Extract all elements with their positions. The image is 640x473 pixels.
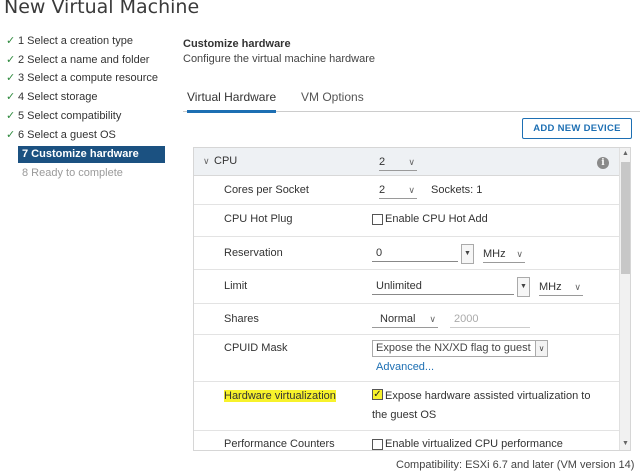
step-1[interactable]: ✓ 1 Select a creation type xyxy=(6,33,166,50)
step-7-active[interactable]: 7 Customize hardware xyxy=(18,146,165,163)
cores-value: 2 xyxy=(379,184,386,196)
limit-unit: MHz xyxy=(539,281,562,293)
limit-unit-select[interactable]: MHz ∨ xyxy=(539,279,583,296)
reservation-label: Reservation xyxy=(224,247,283,259)
compatibility-text: Compatibility: ESXi 6.7 and later (VM ve… xyxy=(396,459,635,471)
page-subtitle: Configure the virtual machine hardware xyxy=(183,53,375,65)
add-new-device-button[interactable]: ADD NEW DEVICE xyxy=(522,118,632,139)
cpu-hot-plug-label: CPU Hot Plug xyxy=(224,213,293,225)
cpu-row[interactable]: ∨ CPU 2 ∨ i xyxy=(194,148,619,176)
reservation-unit-select[interactable]: MHz ∨ xyxy=(483,246,525,263)
scroll-up-icon[interactable]: ▲ xyxy=(620,148,630,160)
step-3[interactable]: ✓ 3 Select a compute resource xyxy=(6,70,166,87)
page-title: Customize hardware xyxy=(183,38,291,50)
cpuid-mask-value: Expose the NX/XD flag to guest xyxy=(376,342,531,354)
cpu-hot-add-checkbox[interactable] xyxy=(372,214,383,225)
step-8: 8 Ready to complete xyxy=(22,167,123,179)
performance-counters-checkbox[interactable] xyxy=(372,439,383,450)
limit-label: Limit xyxy=(224,280,248,292)
performance-counters-label: Performance Counters xyxy=(224,438,335,450)
scrollbar-thumb[interactable] xyxy=(621,162,630,274)
chevron-down-icon: ∨ xyxy=(535,341,547,356)
reservation-dropdown-button[interactable]: ▼ xyxy=(461,244,474,264)
chevron-down-icon: ∨ xyxy=(408,185,415,195)
row-divider xyxy=(194,303,619,304)
row-divider xyxy=(194,236,619,237)
shares-level: Normal xyxy=(380,313,416,325)
cores-per-socket-label: Cores per Socket xyxy=(224,184,309,196)
chevron-down-icon: ∨ xyxy=(408,157,415,167)
reservation-input[interactable]: 0 xyxy=(372,244,458,262)
chevron-down-icon: ∨ xyxy=(429,314,436,324)
step-label: 5 Select compatibility xyxy=(18,110,122,122)
step-2[interactable]: ✓ 2 Select a name and folder xyxy=(6,52,166,69)
check-icon: ✓ xyxy=(6,72,16,84)
step-5[interactable]: ✓ 5 Select compatibility xyxy=(6,108,166,125)
panel-scrollbar[interactable]: ▲ ▼ xyxy=(619,148,630,450)
hardware-virtualization-text-1: Expose hardware assisted virtualization … xyxy=(385,390,591,402)
check-icon: ✓ xyxy=(6,35,16,47)
window-title: New Virtual Machine xyxy=(4,0,200,18)
cpuid-mask-select[interactable]: Expose the NX/XD flag to guest ∨ xyxy=(372,340,548,357)
row-divider xyxy=(194,430,619,431)
scroll-down-icon[interactable]: ▼ xyxy=(620,438,630,450)
row-divider xyxy=(194,381,619,382)
chevron-down-icon: ∨ xyxy=(516,249,523,259)
step-label: 3 Select a compute resource xyxy=(18,72,159,84)
cpu-count-value: 2 xyxy=(379,156,386,168)
limit-dropdown-button[interactable]: ▼ xyxy=(517,277,530,297)
tab-virtual-hardware[interactable]: Virtual Hardware xyxy=(187,90,277,113)
limit-input[interactable]: Unlimited xyxy=(372,277,514,295)
check-icon: ✓ xyxy=(6,91,16,103)
tab-vm-options[interactable]: VM Options xyxy=(301,90,364,110)
tab-bar: Virtual Hardware VM Options xyxy=(183,84,640,113)
step-label: 4 Select storage xyxy=(18,91,98,103)
step-label: 2 Select a name and folder xyxy=(18,54,150,66)
info-icon[interactable]: i xyxy=(597,157,609,169)
hardware-panel: ∨ CPU 2 ∨ i Cores per Socket 2 ∨ Sockets… xyxy=(193,147,631,451)
advanced-link[interactable]: Advanced... xyxy=(376,361,434,373)
shares-value-input: 2000 xyxy=(450,310,530,328)
step-4[interactable]: ✓ 4 Select storage xyxy=(6,89,166,106)
row-divider xyxy=(194,204,619,205)
chevron-down-icon: ∨ xyxy=(574,282,581,292)
cores-per-socket-select[interactable]: 2 ∨ xyxy=(379,182,417,199)
shares-level-select[interactable]: Normal ∨ xyxy=(372,311,438,328)
hardware-virtualization-text-2: the guest OS xyxy=(372,409,437,421)
reservation-unit: MHz xyxy=(483,248,506,260)
chevron-down-icon[interactable]: ∨ xyxy=(203,156,210,167)
check-icon: ✓ xyxy=(6,129,16,141)
hardware-virtualization-checkbox[interactable]: ✓ xyxy=(372,389,383,400)
step-label: 1 Select a creation type xyxy=(18,35,133,47)
row-divider xyxy=(194,334,619,335)
cpuid-mask-label: CPUID Mask xyxy=(224,342,288,354)
row-divider xyxy=(194,269,619,270)
step-label: 6 Select a guest OS xyxy=(18,129,116,141)
step-6[interactable]: ✓ 6 Select a guest OS xyxy=(6,127,166,144)
check-icon: ✓ xyxy=(6,54,16,66)
cpu-hot-add-text: Enable CPU Hot Add xyxy=(385,213,488,225)
cpu-count-select[interactable]: 2 ∨ xyxy=(379,154,417,171)
check-icon: ✓ xyxy=(6,110,16,122)
hardware-virtualization-label: Hardware virtualization xyxy=(224,390,336,402)
sockets-text: Sockets: 1 xyxy=(431,184,483,196)
performance-counters-text: Enable virtualized CPU performance xyxy=(385,438,563,450)
cpu-label: CPU xyxy=(214,155,238,167)
shares-label: Shares xyxy=(224,313,259,325)
